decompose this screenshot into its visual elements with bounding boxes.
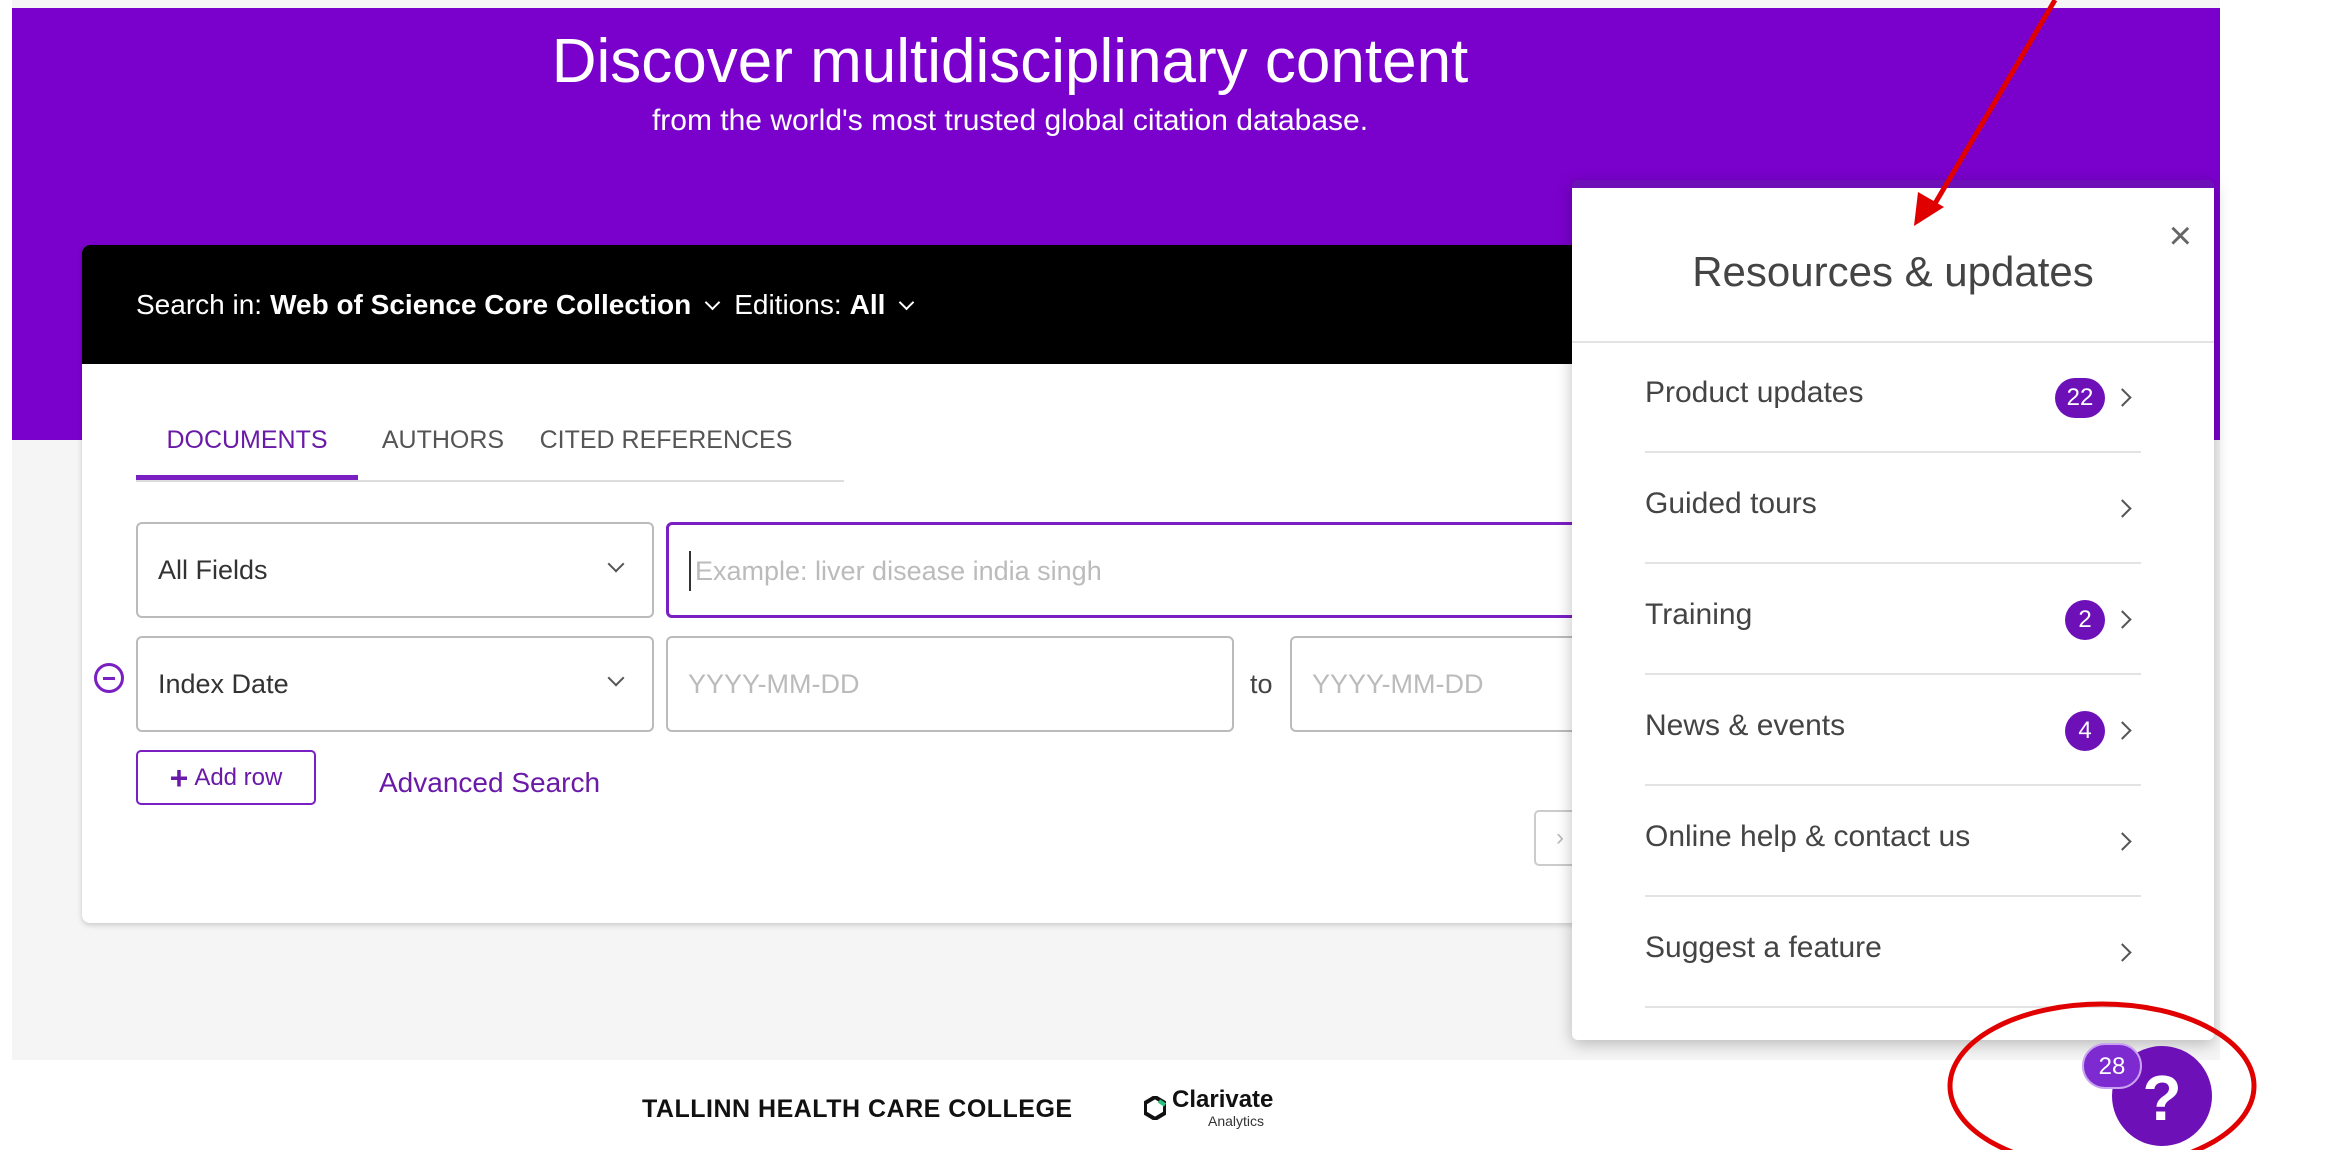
editions-dropdown[interactable]: All (850, 289, 886, 321)
panel-item-online-help[interactable]: Online help & contact us (1645, 787, 2141, 897)
logo-name: Clarivate (1172, 1086, 1274, 1113)
notification-count-badge: 28 (2082, 1043, 2142, 1089)
chevron-right-icon (2113, 499, 2132, 518)
search-card: Search in: Web of Science Core Collectio… (82, 245, 1702, 923)
chevron-right-icon (2113, 832, 2132, 851)
clarivate-logo-icon (1144, 1096, 1166, 1120)
date-from-input[interactable]: YYYY-MM-DD (666, 636, 1234, 732)
collection-dropdown[interactable]: Web of Science Core Collection (270, 289, 691, 321)
panel-item-label: Product updates (1645, 376, 1864, 409)
panel-item-training[interactable]: Training 2 (1645, 565, 2141, 675)
panel-item-label: News & events (1645, 709, 1846, 742)
add-row-label: Add row (194, 763, 283, 791)
institution-name: TALLINN HEALTH CARE COLLEGE (642, 1095, 1073, 1123)
resources-updates-panel: × Resources & updates Product updates 22… (1572, 180, 2214, 1040)
logo-subtitle: Analytics (1208, 1113, 1265, 1129)
count-badge: 4 (2065, 711, 2105, 751)
panel-title: Resources & updates (1692, 248, 2094, 295)
field-select-value: All Fields (158, 555, 268, 585)
chevron-right-icon (2113, 721, 2132, 740)
panel-item-suggest-feature[interactable]: Suggest a feature (1645, 898, 2141, 1008)
tab-authors[interactable]: AUTHORS (368, 405, 518, 478)
panel-item-label: Training (1645, 598, 1753, 631)
date-range-to-label: to (1250, 669, 1273, 699)
count-badge: 2 (2065, 600, 2105, 640)
panel-item-guided-tours[interactable]: Guided tours (1645, 454, 2141, 564)
panel-item-product-updates[interactable]: Product updates 22 (1645, 343, 2141, 453)
chevron-right-icon (2113, 388, 2132, 407)
field-select-row1[interactable]: All Fields (136, 522, 654, 618)
field-select-value: Index Date (158, 669, 289, 699)
tab-cited-references[interactable]: CITED REFERENCES (526, 405, 806, 478)
text-caret (689, 551, 691, 591)
chevron-down-icon (607, 555, 625, 573)
search-scope-bar: Search in: Web of Science Core Collectio… (82, 245, 1702, 364)
panel-item-label: Online help & contact us (1645, 820, 1971, 853)
chevron-down-icon[interactable] (704, 294, 721, 310)
editions-label: Editions: (734, 289, 842, 320)
panel-item-news-events[interactable]: News & events 4 (1645, 676, 2141, 786)
advanced-search-link[interactable]: Advanced Search (379, 767, 600, 799)
count-badge: 22 (2055, 378, 2105, 418)
add-row-button[interactable]: + Add row (136, 750, 316, 805)
search-in-label: Search in: (136, 289, 263, 320)
chevron-right-icon (2113, 610, 2132, 629)
plus-icon: + (169, 759, 189, 796)
search-input[interactable]: Example: liver disease india singh (666, 522, 1702, 618)
tab-documents[interactable]: DOCUMENTS (136, 405, 358, 480)
panel-item-label: Guided tours (1645, 487, 1817, 520)
hero-subtitle: from the world's most trusted global cit… (651, 104, 1369, 137)
chevron-down-icon[interactable] (899, 294, 915, 310)
chevron-right-icon (2113, 943, 2132, 962)
hero-title: Discover multidisciplinary content (551, 27, 1469, 96)
date-to-placeholder: YYYY-MM-DD (1312, 669, 1484, 699)
chevron-down-icon (607, 669, 625, 687)
date-from-placeholder: YYYY-MM-DD (688, 669, 860, 699)
panel-item-label: Suggest a feature (1645, 931, 1882, 964)
search-placeholder: Example: liver disease india singh (695, 556, 1102, 586)
search-tabs: DOCUMENTS AUTHORS CITED REFERENCES (136, 405, 844, 482)
clarivate-logo: Clarivate Analytics (1144, 1088, 1273, 1128)
remove-row-icon[interactable] (94, 663, 124, 693)
field-select-row2[interactable]: Index Date (136, 636, 654, 732)
